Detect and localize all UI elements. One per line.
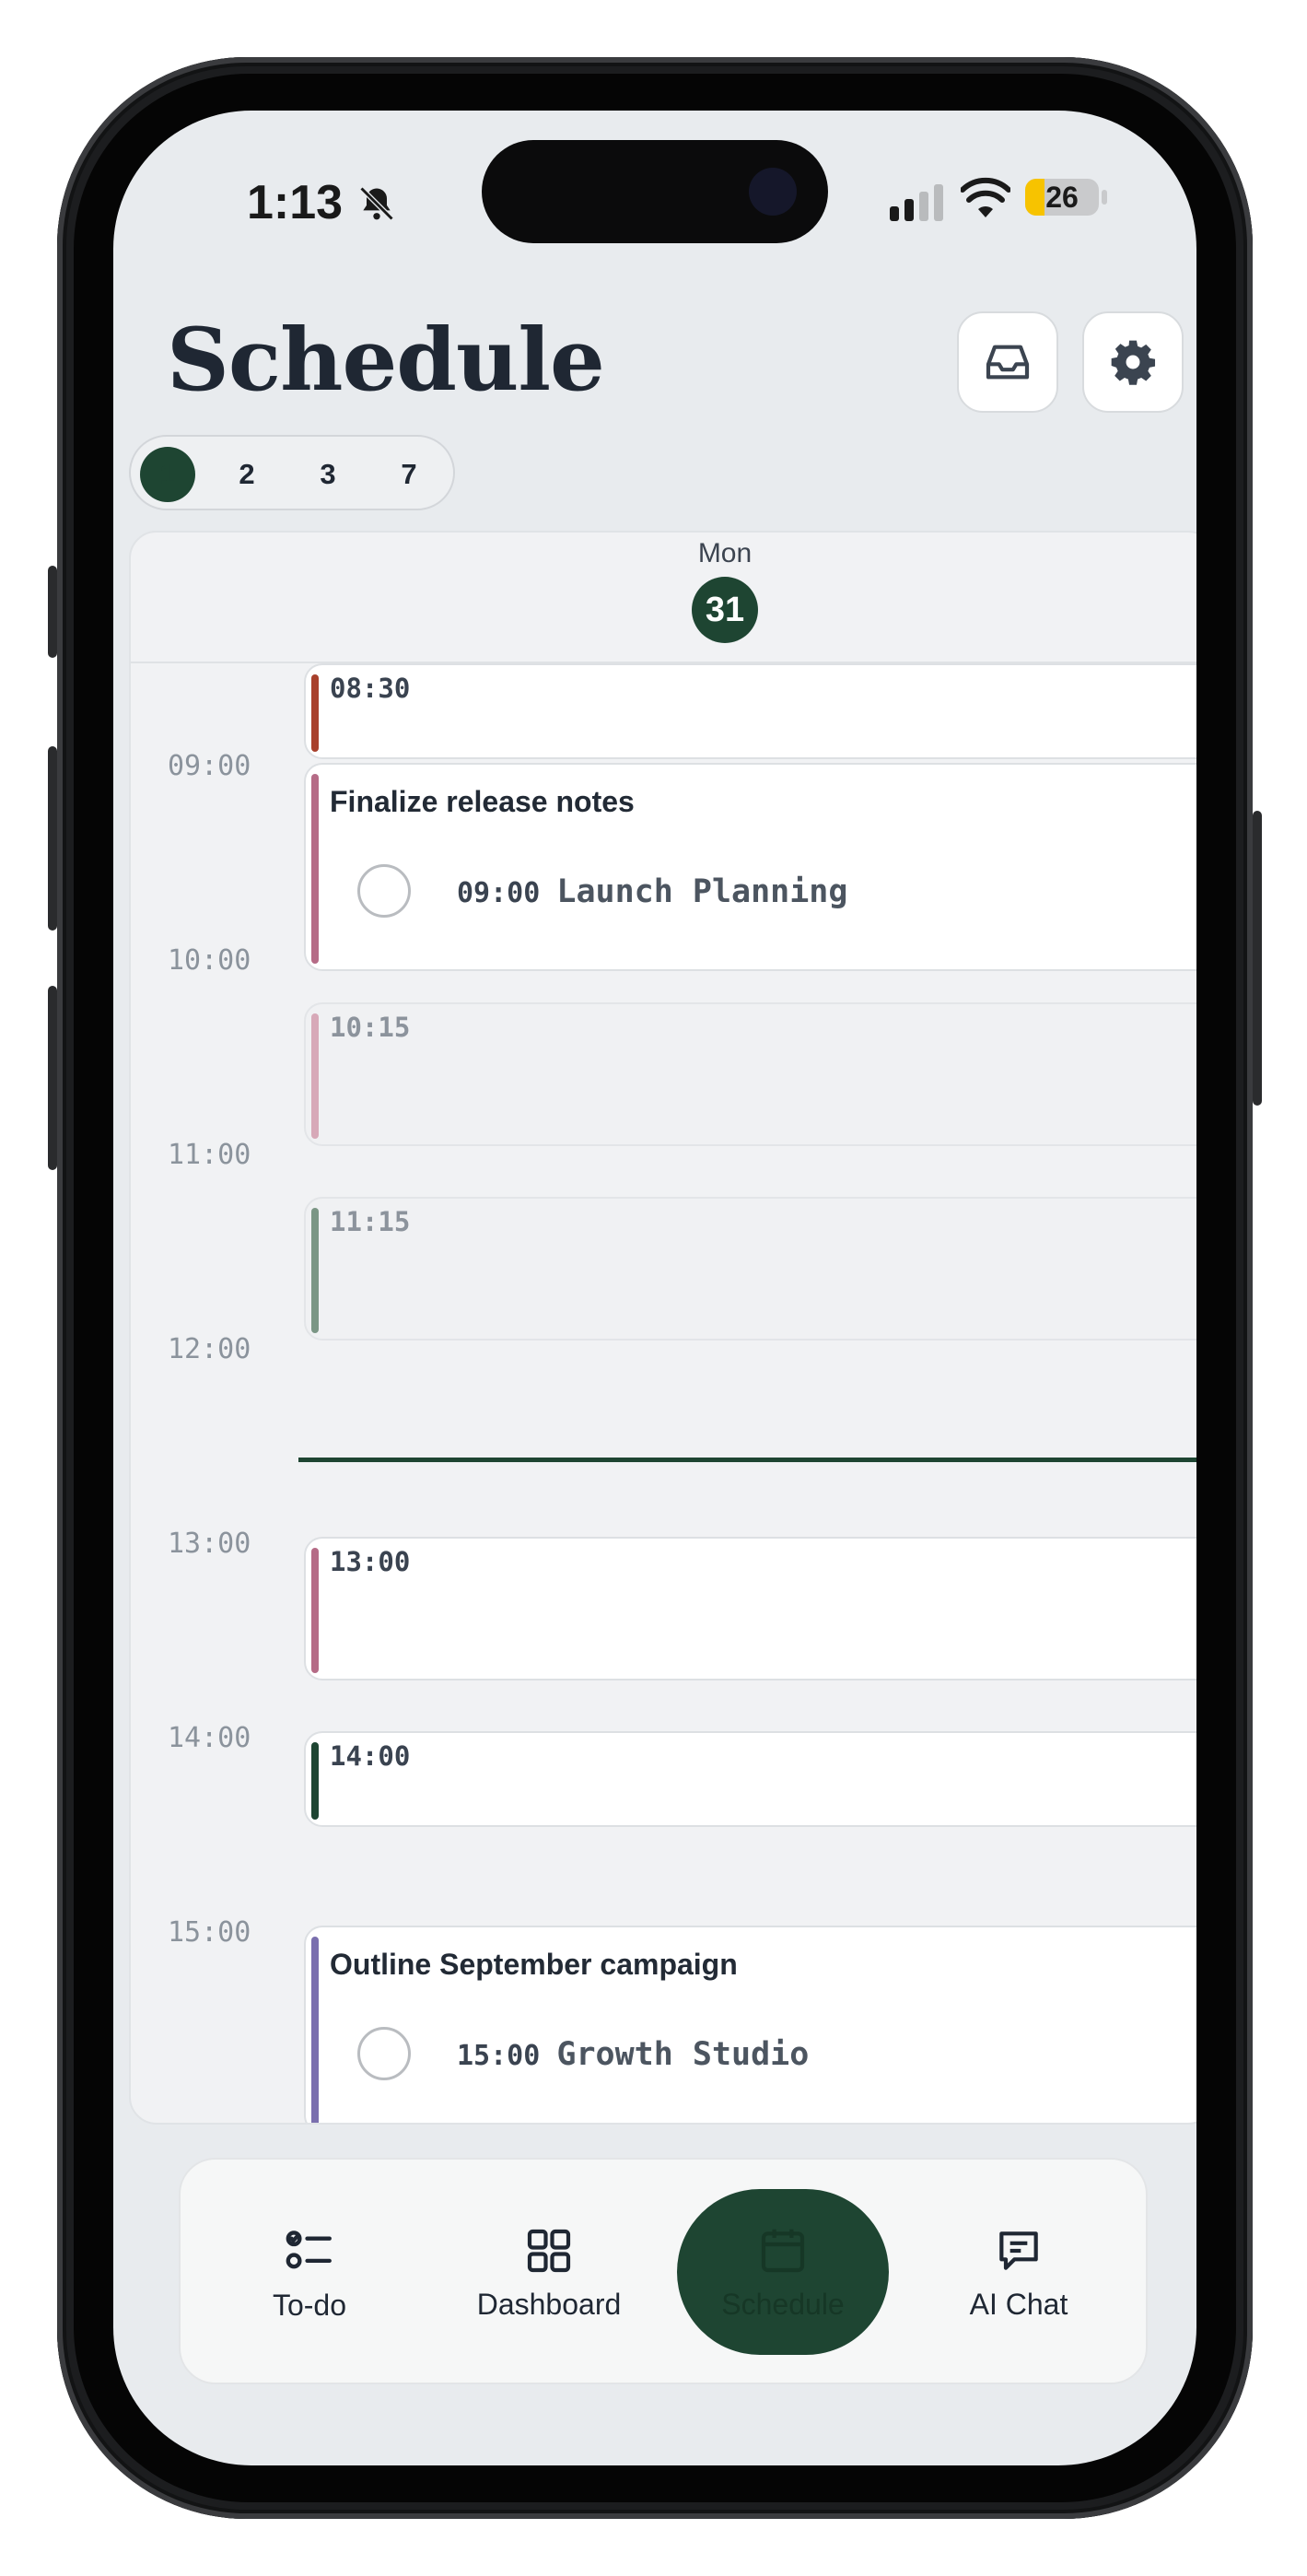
action-button	[48, 566, 57, 658]
volume-up-button	[48, 746, 57, 931]
task-time: 09:00	[457, 877, 541, 909]
event-block[interactable]: 14:00	[304, 1731, 1196, 1827]
event-block[interactable]: Outline September campaign 15:00 Growth …	[304, 1926, 1196, 2123]
view-option-2[interactable]: 2	[219, 447, 274, 502]
event-block[interactable]: Finalize release notes 09:00 Launch Plan…	[304, 763, 1196, 971]
grid-icon	[527, 2229, 571, 2272]
event-block[interactable]: 10:15	[304, 1002, 1196, 1146]
bell-slash-icon	[359, 186, 393, 221]
event-time: 11:15	[330, 1206, 411, 1237]
view-option-7[interactable]: 7	[381, 447, 437, 502]
status-time: 1:13	[247, 175, 397, 230]
event-time: 13:00	[330, 1546, 411, 1577]
event-block[interactable]: 13:00	[304, 1537, 1196, 1680]
hour-label: 09:00	[168, 750, 251, 782]
event-title: Finalize release notes	[330, 785, 635, 818]
task-label: Growth Studio	[556, 2036, 810, 2073]
power-button	[1253, 811, 1262, 1106]
event-color-bar	[311, 1013, 319, 1139]
hour-label: 14:00	[168, 1722, 251, 1754]
settings-button[interactable]	[1082, 311, 1184, 413]
checklist-icon	[286, 2230, 332, 2268]
page-title: Schedule	[167, 310, 605, 411]
tab-ai-chat[interactable]: AI Chat	[936, 2160, 1102, 2386]
inbox-icon	[986, 345, 1030, 380]
volume-down-button	[48, 986, 57, 1170]
tab-schedule[interactable]: Schedule	[677, 2160, 889, 2386]
signal-icon	[890, 184, 943, 221]
hour-label: 15:00	[168, 1916, 251, 1949]
tab-todo[interactable]: To-do	[236, 2160, 383, 2386]
screen: 1:13 26 Schedule 1 2 3 7 Mon 31 09:00 10…	[113, 111, 1196, 2465]
tab-bar: To-do Dashboard Schedule AI Chat	[179, 2158, 1148, 2384]
battery-percent: 26	[1045, 181, 1079, 214]
task-row: 15:00 Growth Studio	[457, 2036, 809, 2073]
task-row: 09:00 Launch Planning	[457, 873, 847, 910]
tab-dashboard[interactable]: Dashboard	[457, 2160, 641, 2386]
event-color-bar	[311, 774, 319, 964]
task-label: Launch Planning	[556, 873, 848, 910]
event-time: 10:15	[330, 1012, 411, 1043]
hour-label: 10:00	[168, 944, 251, 977]
tab-label: Schedule	[721, 2287, 845, 2321]
tab-label: AI Chat	[969, 2287, 1068, 2321]
hour-label: 12:00	[168, 1333, 251, 1365]
battery-icon: 26	[1025, 179, 1099, 216]
task-time: 15:00	[457, 2040, 541, 2072]
view-option-3[interactable]: 3	[300, 447, 356, 502]
view-option-1[interactable]: 1	[140, 447, 195, 502]
hour-label: 11:00	[168, 1139, 251, 1171]
tab-label: To-do	[272, 2288, 347, 2322]
day-of-week: Mon	[697, 538, 753, 568]
event-color-bar	[311, 1742, 319, 1820]
event-time: 08:30	[330, 673, 411, 704]
inbox-button[interactable]	[957, 311, 1058, 413]
event-color-bar	[311, 1208, 319, 1333]
event-color-bar	[311, 674, 319, 752]
event-color-bar	[311, 1937, 319, 2123]
date-badge[interactable]: 31	[692, 577, 758, 643]
event-title: Outline September campaign	[330, 1948, 738, 1981]
hour-label: 13:00	[168, 1528, 251, 1560]
camera	[749, 168, 797, 216]
current-time-line	[298, 1458, 1196, 1462]
chat-icon	[999, 2231, 1038, 2270]
day-header: Mon 31	[131, 533, 1196, 663]
battery-tip	[1102, 190, 1107, 205]
task-checkbox[interactable]	[357, 2027, 411, 2080]
day-count-selector: 1 2 3 7	[129, 435, 455, 510]
day-calendar[interactable]: Mon 31 09:00 10:00 11:00 12:00 13:00 14:…	[129, 531, 1196, 2125]
event-color-bar	[311, 1548, 319, 1673]
event-time: 14:00	[330, 1740, 411, 1772]
task-checkbox[interactable]	[357, 864, 411, 918]
event-block[interactable]: 11:15	[304, 1197, 1196, 1341]
event-block[interactable]: 08:30	[304, 663, 1196, 759]
gear-icon	[1111, 340, 1156, 385]
tab-label: Dashboard	[476, 2287, 622, 2321]
wifi-icon	[961, 177, 1010, 217]
calendar-icon	[761, 2229, 805, 2272]
